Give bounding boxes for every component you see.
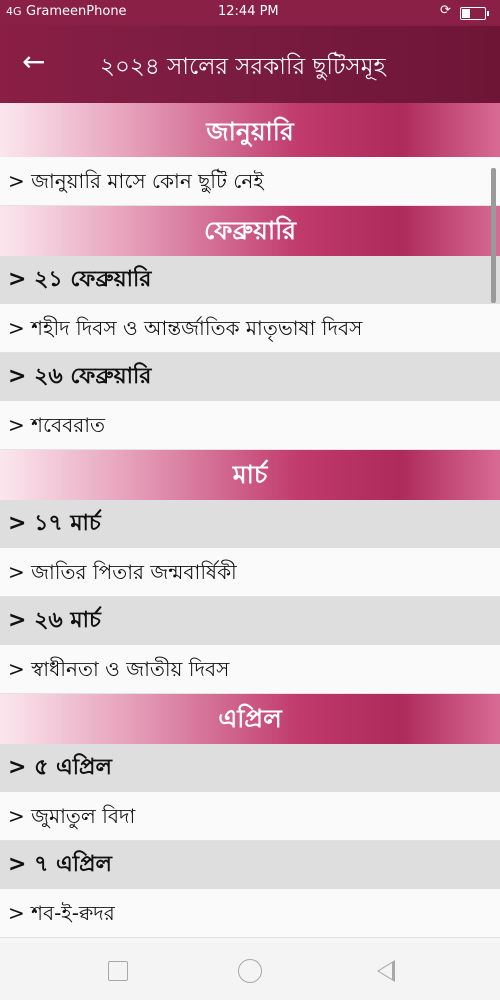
battery-icon bbox=[460, 7, 489, 20]
holiday-date[interactable]: > ২১ ফেব্রুয়ারি bbox=[0, 256, 500, 304]
page-title: ২০২৪ সালের সরকারি ছুটিসমূহ bbox=[100, 54, 386, 80]
triangle-back-icon[interactable] bbox=[372, 957, 400, 985]
holiday-item[interactable]: > শব-ই-ক্বদর bbox=[0, 889, 500, 938]
circle-icon[interactable] bbox=[236, 957, 264, 985]
holiday-item[interactable]: > জাতির পিতার জন্মবার্ষিকী bbox=[0, 548, 500, 597]
holiday-date[interactable]: > ২৬ ফেব্রুয়ারি bbox=[0, 353, 500, 401]
clock: 12:44 PM bbox=[218, 4, 279, 19]
scrollbar[interactable] bbox=[491, 168, 496, 303]
status-bar: 4G GrameenPhone 12:44 PM ⟳ bbox=[0, 0, 500, 26]
holiday-date[interactable]: > ৭ এপ্রিল bbox=[0, 841, 500, 889]
holiday-list[interactable]: জানুয়ারি > জানুয়ারি মাসে কোন ছুটি নেই … bbox=[0, 103, 500, 943]
holiday-item[interactable]: > শবেবরাত bbox=[0, 401, 500, 450]
app-bar: ← ২০২৪ সালের সরকারি ছুটিসমূহ bbox=[0, 26, 500, 103]
holiday-date[interactable]: > ৫ এপ্রিল bbox=[0, 744, 500, 792]
holiday-item[interactable]: > জানুয়ারি মাসে কোন ছুটি নেই bbox=[0, 157, 500, 206]
navigation-bar bbox=[0, 943, 500, 1000]
signal-indicator: 4G bbox=[6, 5, 22, 18]
holiday-item[interactable]: > শহীদ দিবস ও আন্তর্জাতিক মাতৃভাষা দিবস bbox=[0, 304, 500, 353]
arrow-left-icon[interactable]: ← bbox=[22, 46, 45, 78]
holiday-date[interactable]: > ২৬ মার্চ bbox=[0, 597, 500, 645]
month-header-february: ফেব্রুয়ারি bbox=[0, 206, 500, 256]
holiday-item[interactable]: > জুমাতুল বিদা bbox=[0, 792, 500, 841]
month-header-january: জানুয়ারি bbox=[0, 103, 500, 157]
holiday-item[interactable]: > স্বাধীনতা ও জাতীয় দিবস bbox=[0, 645, 500, 694]
month-header-march: মার্চ bbox=[0, 450, 500, 500]
month-header-april: এপ্রিল bbox=[0, 694, 500, 744]
holiday-date[interactable]: > ১৭ মার্চ bbox=[0, 500, 500, 548]
carrier-name: GrameenPhone bbox=[26, 4, 127, 19]
screen-rotation-icon: ⟳ bbox=[440, 3, 451, 18]
square-icon[interactable] bbox=[104, 957, 132, 985]
